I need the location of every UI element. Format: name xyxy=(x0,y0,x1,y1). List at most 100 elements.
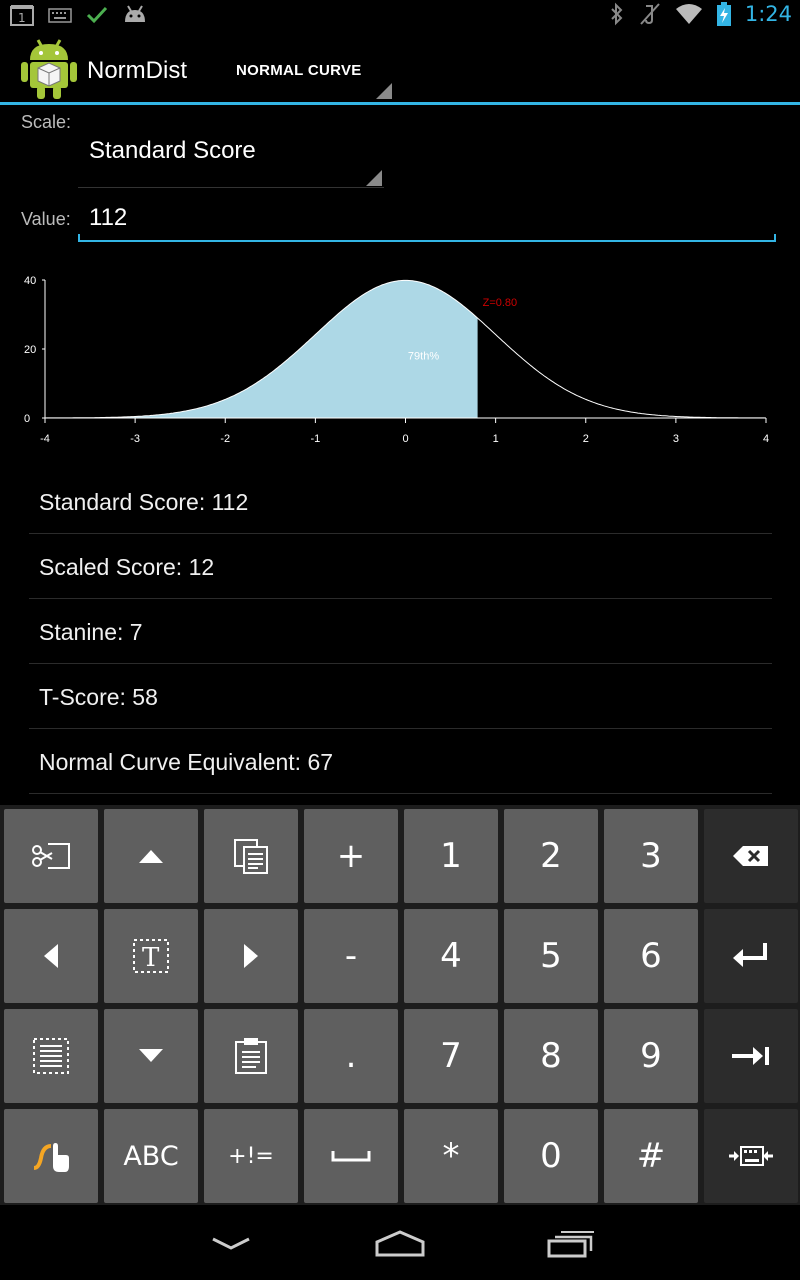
value-input[interactable]: 112 xyxy=(78,198,776,242)
digit-0-key[interactable]: 0 xyxy=(504,1109,598,1203)
scale-spinner[interactable]: Standard Score xyxy=(78,128,384,188)
tab-icon xyxy=(731,1045,771,1067)
key-label: ABC xyxy=(123,1140,179,1172)
result-text: Normal Curve Equivalent: 67 xyxy=(39,749,334,775)
enter-key[interactable] xyxy=(704,909,798,1003)
minus-key[interactable]: - xyxy=(304,909,398,1003)
recent-apps-button[interactable] xyxy=(531,1219,611,1269)
x-tick-label: -1 xyxy=(310,433,320,445)
x-tick-label: -2 xyxy=(220,433,230,445)
symbols-key[interactable]: +!= xyxy=(204,1109,298,1203)
back-icon xyxy=(212,1237,250,1250)
digit-3-key[interactable]: 3 xyxy=(604,809,698,903)
plus-key[interactable]: + xyxy=(304,809,398,903)
digit-9-key[interactable]: 9 xyxy=(604,1009,698,1103)
paste-icon xyxy=(234,1037,268,1075)
keyboard-hide-key[interactable] xyxy=(704,1109,798,1203)
x-tick-label: 0 xyxy=(402,433,408,445)
percentile-label: 79th% xyxy=(408,350,439,362)
abc-key[interactable]: ABC xyxy=(104,1109,198,1203)
y-tick-label: 20 xyxy=(24,344,36,356)
digit-2-key[interactable]: 2 xyxy=(504,809,598,903)
x-tick-label: -4 xyxy=(40,433,50,445)
x-tick-label: 4 xyxy=(763,433,769,445)
z-score-label: Z=0.80 xyxy=(483,297,518,309)
enter-icon xyxy=(732,941,770,971)
svg-text:1: 1 xyxy=(18,11,26,25)
digit-5-key[interactable]: 5 xyxy=(504,909,598,1003)
space-icon xyxy=(331,1149,371,1163)
digit-6-key[interactable]: 6 xyxy=(604,909,698,1003)
key-label: 6 xyxy=(640,936,662,976)
scale-label: Scale: xyxy=(21,112,72,132)
key-label: 9 xyxy=(640,1036,662,1076)
action-bar: NormDist NORMAL CURVE xyxy=(0,33,800,105)
asterisk-key[interactable]: * xyxy=(404,1109,498,1203)
key-label: 3 xyxy=(640,836,662,876)
key-label: 4 xyxy=(440,936,462,976)
copy-key[interactable] xyxy=(204,809,298,903)
app-logo-icon[interactable] xyxy=(20,38,78,100)
key-label: + xyxy=(336,836,366,876)
right-arrow-icon xyxy=(242,942,260,970)
y-tick-label: 0 xyxy=(24,413,30,425)
shaded-area xyxy=(45,280,478,418)
period-key[interactable]: . xyxy=(304,1009,398,1103)
result-text: Standard Score: 112 xyxy=(39,489,249,515)
value-label: Value: xyxy=(21,209,71,229)
backspace-key[interactable] xyxy=(704,809,798,903)
x-tick-label: 3 xyxy=(673,433,679,445)
bluetooth-icon xyxy=(611,2,623,26)
hash-key[interactable]: # xyxy=(604,1109,698,1203)
right-arrow-key[interactable] xyxy=(204,909,298,1003)
status-bar-system: 1:24 xyxy=(609,2,792,26)
digit-1-key[interactable]: 1 xyxy=(404,809,498,903)
copy-icon xyxy=(232,837,270,875)
result-text: Stanine: 7 xyxy=(39,619,143,645)
scale-spinner-value: Standard Score xyxy=(89,137,256,164)
key-label: 0 xyxy=(540,1136,562,1176)
paste-key[interactable] xyxy=(204,1009,298,1103)
key-label: . xyxy=(345,1036,357,1076)
home-button[interactable] xyxy=(360,1219,440,1269)
x-tick-label: -3 xyxy=(130,433,140,445)
app-title: NormDist xyxy=(87,57,187,84)
down-arrow-key[interactable] xyxy=(104,1009,198,1103)
result-row: Scaled Score: 12 xyxy=(29,534,772,599)
normal-curve-chart: -4 -3 -2 -1 0 1 2 3 4 40 20 0 79th% Z=0.80 xyxy=(24,275,769,445)
notification-1-icon: 1 xyxy=(10,5,34,26)
digit-7-key[interactable]: 7 xyxy=(404,1009,498,1103)
keyboard-icon xyxy=(48,8,72,23)
spinner-triangle-icon xyxy=(376,83,392,99)
numeric-keyboard: +1 2 3 T - 4 5 6. 7 8 9 ABC +!= * 0 # xyxy=(0,805,800,1205)
left-arrow-icon xyxy=(42,942,60,970)
recent-apps-icon xyxy=(547,1231,594,1258)
digit-8-key[interactable]: 8 xyxy=(504,1009,598,1103)
navigation-spinner[interactable]: NORMAL CURVE xyxy=(232,33,394,103)
result-row: Stanine: 7 xyxy=(29,599,772,664)
tab-key[interactable] xyxy=(704,1009,798,1103)
key-label: # xyxy=(636,1136,666,1176)
svg-text:T: T xyxy=(142,943,160,973)
navigation-bar xyxy=(0,1205,800,1280)
back-button[interactable] xyxy=(191,1219,271,1269)
select-all-key[interactable] xyxy=(4,809,98,903)
wifi-icon xyxy=(675,4,702,24)
key-label: 7 xyxy=(440,1036,462,1076)
digit-4-key[interactable]: 4 xyxy=(404,909,498,1003)
result-row: Normal Curve Equivalent: 67 xyxy=(29,729,772,794)
status-bar: 1 1:24 xyxy=(0,0,800,33)
home-icon xyxy=(375,1230,425,1257)
result-text: Scaled Score: 12 xyxy=(39,554,215,580)
space-key[interactable] xyxy=(304,1109,398,1203)
up-arrow-key[interactable] xyxy=(104,809,198,903)
key-label: 2 xyxy=(540,836,562,876)
select-text-icon xyxy=(32,1037,70,1075)
key-label: +!= xyxy=(228,1143,274,1169)
text-cursor-icon: T xyxy=(132,938,170,974)
select-text-key[interactable] xyxy=(4,1009,98,1103)
text-cursor-key[interactable]: T xyxy=(104,909,198,1003)
left-arrow-key[interactable] xyxy=(4,909,98,1003)
swype-key[interactable] xyxy=(4,1109,98,1203)
muted-icon xyxy=(640,3,660,25)
